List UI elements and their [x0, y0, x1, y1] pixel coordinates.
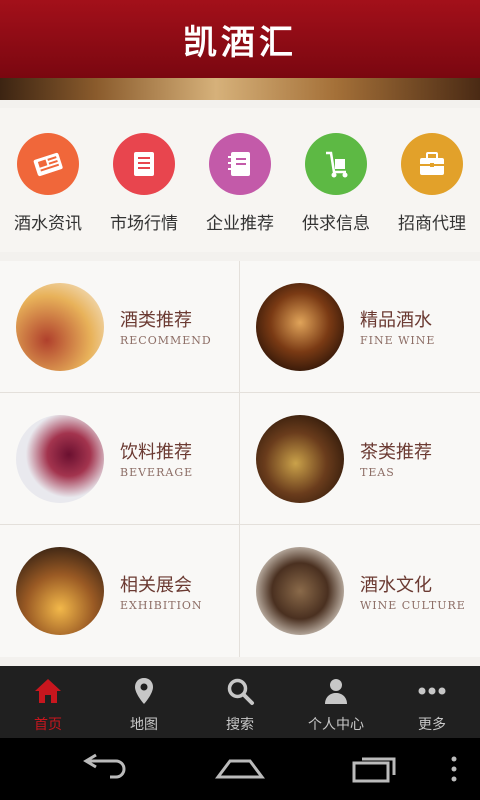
banner-image[interactable]: [0, 78, 480, 100]
tab-map[interactable]: 地图: [96, 666, 192, 738]
person-icon: [321, 676, 351, 710]
beverage-photo: [16, 414, 104, 503]
section-subtitle: EXHIBITION: [120, 598, 203, 612]
section-grid: 酒类推荐 RECOMMEND 精品酒水 FINE WINE 饮料推荐 BEVERAGE…: [0, 261, 480, 657]
document-icon: [113, 133, 175, 195]
wine-culture-photo: [256, 547, 344, 635]
tab-profile[interactable]: 个人中心: [288, 666, 384, 738]
tab-label: 个人中心: [308, 717, 364, 733]
section-title: 酒类推荐: [120, 310, 192, 331]
more-dots-icon: [417, 676, 447, 710]
category-agency[interactable]: 招商代理: [384, 108, 480, 252]
category-label: 市场行情: [110, 214, 178, 234]
category-enterprise[interactable]: 企业推荐: [192, 108, 288, 252]
hand-truck-icon: [305, 133, 367, 195]
section-exhibition[interactable]: 相关展会 EXHIBITION: [0, 525, 240, 657]
tab-home[interactable]: 首页: [0, 666, 96, 738]
tab-label: 首页: [34, 717, 62, 733]
exhibition-photo: [16, 547, 104, 635]
section-title: 酒水文化: [360, 574, 432, 596]
newspaper-icon: [17, 133, 79, 195]
home-icon: [33, 676, 63, 710]
section-title: 精品酒水: [360, 310, 432, 331]
tab-search[interactable]: 搜索: [192, 666, 288, 738]
category-market[interactable]: 市场行情: [96, 108, 192, 252]
category-label: 企业推荐: [206, 214, 274, 234]
bottom-tab-bar: 首页 地图 搜索 个人中心 更多: [0, 666, 480, 738]
section-subtitle: BEVERAGE: [120, 466, 194, 479]
system-nav-bar: [0, 738, 480, 800]
tab-label: 地图: [130, 717, 158, 733]
search-icon: [225, 676, 255, 710]
category-label: 酒水资讯: [14, 214, 82, 234]
notebook-icon: [209, 133, 271, 195]
tea-set-photo: [256, 414, 344, 503]
category-label: 供求信息: [302, 214, 370, 234]
section-subtitle: FINE WINE: [360, 334, 436, 347]
section-recommend[interactable]: 酒类推荐 RECOMMEND: [0, 261, 240, 393]
section-wine-culture[interactable]: 酒水文化 WINE CULTURE: [240, 525, 480, 657]
title-bar: 凯酒汇: [0, 0, 480, 78]
section-beverage[interactable]: 饮料推荐 BEVERAGE: [0, 393, 240, 525]
section-title: 相关展会: [120, 574, 192, 596]
briefcase-icon: [401, 133, 463, 195]
wine-glasses-photo: [16, 282, 104, 371]
section-teas[interactable]: 茶类推荐 TEAS: [240, 393, 480, 525]
tab-label: 更多: [418, 717, 446, 733]
category-label: 招商代理: [398, 214, 466, 234]
fine-wine-photo: [256, 282, 344, 371]
overflow-menu-icon[interactable]: [448, 753, 460, 789]
back-icon[interactable]: [82, 753, 130, 789]
section-subtitle: WINE CULTURE: [360, 598, 466, 612]
tab-more[interactable]: 更多: [384, 666, 480, 738]
map-pin-icon: [129, 676, 159, 710]
section-title: 饮料推荐: [120, 442, 192, 463]
category-row: 酒水资讯 市场行情 企业推荐 供求信息 招商代理: [0, 108, 480, 252]
section-title: 茶类推荐: [360, 442, 432, 463]
category-supply-demand[interactable]: 供求信息: [288, 108, 384, 252]
section-subtitle: TEAS: [360, 466, 395, 479]
recent-apps-icon[interactable]: [350, 753, 398, 789]
category-wine-news[interactable]: 酒水资讯: [0, 108, 96, 252]
section-fine-wine[interactable]: 精品酒水 FINE WINE: [240, 261, 480, 393]
tab-label: 搜索: [226, 717, 254, 733]
section-subtitle: RECOMMEND: [120, 334, 212, 347]
home-nav-icon[interactable]: [214, 753, 266, 789]
app-title: 凯酒汇: [183, 22, 297, 63]
